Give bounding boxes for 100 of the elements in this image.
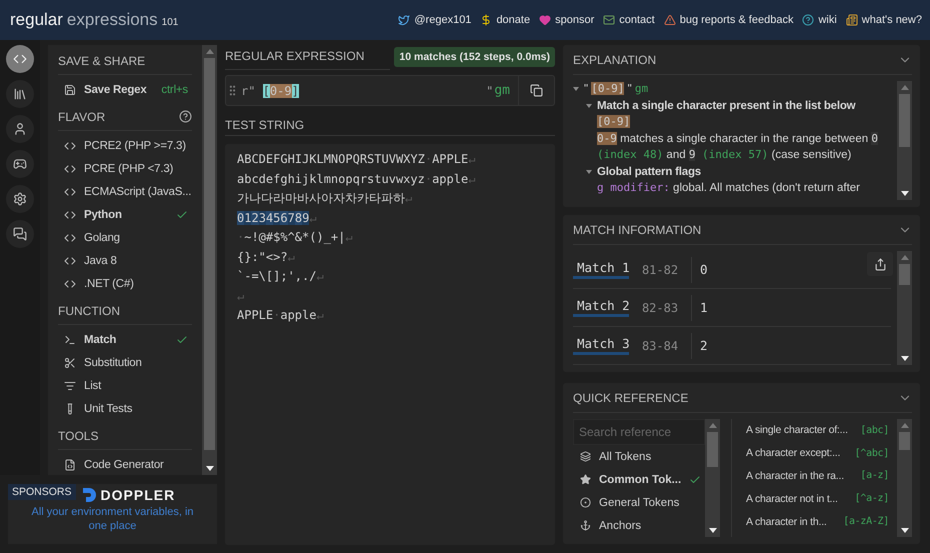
sponsor-link[interactable]: All your environment variables, in one place	[8, 503, 217, 533]
code-icon	[64, 254, 76, 266]
sidebar-item[interactable]: Substitution	[58, 351, 192, 374]
header-link[interactable]: wiki	[802, 14, 837, 26]
reference-item[interactable]: A character in th... [a-zA-Z]	[746, 510, 891, 533]
rail-button[interactable]	[6, 220, 34, 248]
panel-title: MATCH INFORMATION	[573, 222, 702, 236]
heart-icon	[539, 14, 552, 26]
test-line: `-=\[];',./↵	[237, 268, 325, 285]
match-value: 1	[700, 300, 708, 315]
flags-button[interactable]: gm	[493, 83, 518, 98]
reference-item[interactable]: A character except:... [^abc]	[746, 442, 891, 465]
scrollbar[interactable]	[705, 419, 720, 537]
shortcut-label: ctrl+s	[161, 84, 188, 96]
gamepad-icon	[13, 157, 27, 171]
brand-name[interactable]: DOPPLER	[100, 487, 176, 503]
warning-icon	[664, 14, 676, 26]
test-line: APPLE·apple↵	[237, 307, 325, 324]
logo-icon	[82, 488, 96, 502]
sidebar-item[interactable]: Code Generator	[58, 453, 192, 476]
header-link[interactable]: what's new?	[846, 14, 922, 26]
caret-icon[interactable]	[573, 87, 579, 91]
sidebar-item[interactable]: Python	[58, 203, 192, 226]
sidebar-item[interactable]: Golang	[58, 226, 192, 249]
scrollbar[interactable]	[202, 45, 217, 475]
match-range: 83-84	[640, 338, 680, 352]
scissors-icon	[64, 356, 76, 368]
copy-icon	[530, 84, 543, 97]
explanation-text: g modifier: global. All matches (don't return after	[597, 180, 861, 196]
terminal-icon	[64, 334, 76, 346]
sidebar-item[interactable]: ECMAScript (JavaS...	[58, 180, 192, 203]
logo-text[interactable]: regular	[10, 10, 63, 30]
caret-icon[interactable]	[586, 170, 592, 174]
header-link[interactable]: contact	[603, 14, 655, 26]
sidebar-item[interactable]: PCRE (PHP <7.3)	[58, 157, 192, 180]
help-icon	[179, 110, 192, 123]
test-line: ↵	[237, 288, 246, 304]
sidebar-item[interactable]: Java 8	[58, 249, 192, 272]
test-line: 가나다라마바사아자차카타파하↵	[237, 190, 414, 207]
anchor-icon	[580, 520, 591, 531]
header-link[interactable]: donate	[480, 14, 530, 26]
explanation-heading: Global pattern flags	[597, 164, 701, 180]
panel-title: QUICK REFERENCE	[573, 390, 688, 404]
sidebar-item[interactable]: .NET (C#)	[58, 272, 192, 295]
test-line: 0123456789↵	[237, 210, 318, 226]
category-item[interactable]: Common Tok...	[573, 468, 706, 491]
reference-item[interactable]: A character not in t... [^a-z]	[746, 487, 891, 510]
settings-icon	[13, 192, 27, 206]
help-icon	[802, 14, 814, 26]
bird-icon	[398, 14, 410, 26]
target-icon	[580, 497, 591, 508]
test-string-field[interactable]: ABCDEFGHIJKLMNOPQRSTUVWXYZ·APPLE↵ abcdefghijklmnopqrstuvwxyz·apple↵ 가나다라마바사아자차카타파하↵ 0123456789↵ ·~!@#$%^&*()_+|↵ {}:"<>?↵ `-=\[];',./↵ ↵ APPLE·apple↵	[225, 144, 555, 545]
explanation-heading: Match a single character present in the list below	[597, 98, 856, 114]
logo-text[interactable]: expressions	[66, 10, 158, 30]
scrollbar[interactable]	[897, 251, 912, 365]
list-icon	[64, 380, 76, 392]
share-button[interactable]	[867, 252, 893, 276]
stack-icon	[580, 451, 591, 462]
reference-item[interactable]: A single character of:... [abc]	[746, 419, 891, 442]
version-label: 101	[162, 17, 178, 28]
explanation-line: " [0-9] " gm	[584, 81, 648, 97]
reference-item[interactable]: A character in the ra... [a-z]	[746, 464, 891, 488]
sidebar-item[interactable]: PCRE2 (PHP >=7.3)	[58, 134, 192, 157]
category-item[interactable]: All Tokens	[573, 445, 706, 468]
scrollbar[interactable]	[897, 419, 912, 537]
category-item[interactable]: General Tokens	[573, 491, 706, 514]
test-line: ABCDEFGHIJKLMNOPQRSTUVWXYZ·APPLE↵	[237, 151, 476, 168]
match-label[interactable]: Match 1	[573, 260, 629, 279]
scrollbar[interactable]	[897, 81, 912, 200]
category-item[interactable]: Anchors	[573, 514, 706, 537]
rail-button[interactable]	[6, 185, 34, 213]
rail-button[interactable]	[6, 115, 34, 143]
caret-icon[interactable]	[586, 104, 592, 108]
match-label[interactable]: Match 3	[573, 336, 629, 355]
sidebar-item[interactable]: Unit Tests	[58, 397, 192, 420]
test-line: ·~!@#$%^&*()_+|↵	[237, 229, 354, 246]
code-icon	[13, 52, 27, 66]
code-icon	[64, 186, 76, 198]
rail-button[interactable]	[6, 80, 34, 108]
sidebar-item[interactable]: Match	[58, 328, 192, 351]
file-code-icon	[64, 458, 76, 470]
user-icon	[13, 122, 27, 136]
section-title: TEST STRING	[225, 118, 304, 132]
header-link[interactable]: bug reports & feedback	[664, 14, 794, 26]
code-icon	[64, 162, 76, 174]
rail-button[interactable]	[6, 150, 34, 178]
header-link[interactable]: sponsor	[539, 14, 594, 26]
match-label[interactable]: Match 2	[573, 298, 629, 317]
sidebar-item[interactable]: List	[58, 374, 192, 397]
section-title: TOOLS	[58, 428, 98, 442]
match-status: 10 matches (152 steps, 0.0ms)	[394, 47, 555, 67]
match-value: 2	[700, 338, 708, 353]
panel-title: EXPLANATION	[573, 52, 656, 66]
header-link[interactable]: @regex101	[398, 14, 472, 26]
search-field[interactable]: Search reference	[573, 419, 706, 445]
code-icon	[64, 278, 76, 290]
explanation-text: 0-9 matches a single character in the range between 0 (index 48) and 9 (index 57) (case sensitive)	[597, 130, 879, 163]
regex-field[interactable]: r" [0-9] "	[239, 76, 494, 105]
sidebar-item[interactable]: Save Regex ctrl+s	[58, 78, 192, 101]
rail-button[interactable]	[6, 45, 34, 73]
